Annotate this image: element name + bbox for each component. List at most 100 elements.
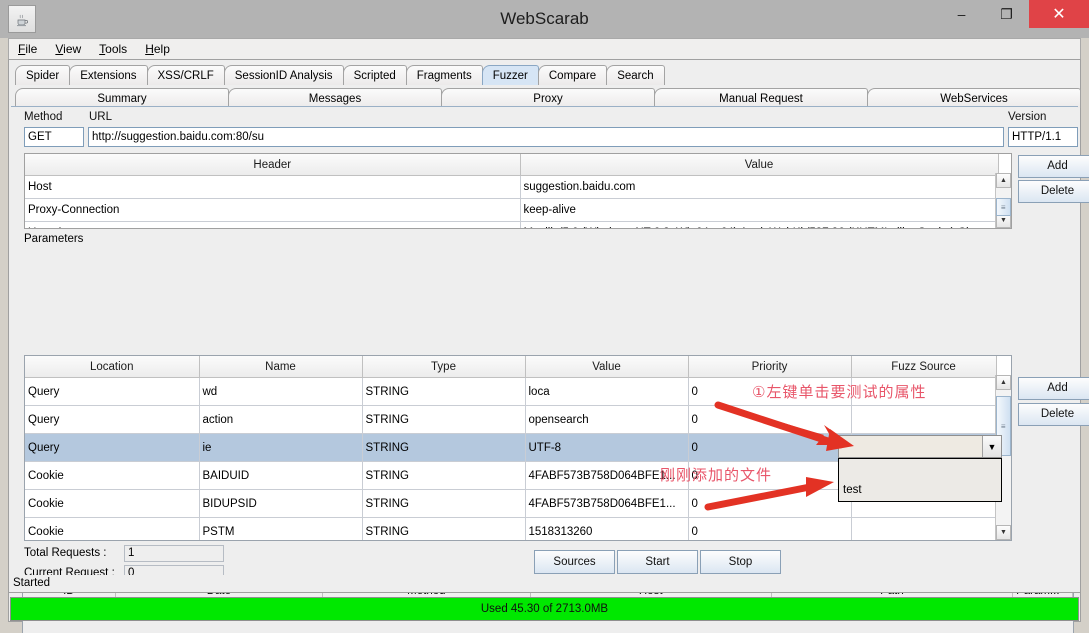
tab-manual-request[interactable]: Manual Request (654, 88, 868, 108)
main-panel: Spider Extensions XSS/CRLF SessionID Ana… (8, 59, 1089, 633)
param-col-name[interactable]: Name (199, 356, 363, 378)
param-type-cell[interactable]: STRING (362, 377, 526, 406)
window-title: WebScarab (500, 9, 589, 28)
tab-fuzzer[interactable]: Fuzzer (481, 65, 539, 85)
maximize-button[interactable]: ❐ (984, 0, 1029, 28)
scroll-down-icon[interactable]: ▼ (996, 525, 1011, 540)
param-location-cell[interactable]: Query (25, 433, 200, 462)
menu-tools[interactable]: Tools (90, 40, 136, 58)
headers-table: Header Value Host suggestion.baidu.com P… (25, 154, 999, 228)
scroll-up-icon[interactable]: ▲ (996, 173, 1011, 188)
tab-sessionid-analysis[interactable]: SessionID Analysis (223, 65, 344, 85)
header-add-button[interactable]: Add (1018, 155, 1089, 178)
menu-help[interactable]: Help (136, 40, 179, 58)
menu-view[interactable]: View (46, 40, 90, 58)
table-row[interactable]: User-Agent Mozilla/5.0 (Windows NT 6.3; … (25, 221, 999, 228)
tab-spider[interactable]: Spider (15, 65, 71, 85)
tab-xss-crlf[interactable]: XSS/CRLF (146, 65, 225, 85)
menu-bar: File View Tools Help (8, 38, 1081, 59)
parameter-delete-button[interactable]: Delete (1018, 403, 1089, 426)
webscarab-window: WebScarab – ❐ ✕ File View Tools Help Spi… (0, 0, 1089, 633)
param-type-cell[interactable]: STRING (362, 433, 526, 462)
param-location-cell[interactable]: Cookie (25, 461, 200, 490)
memory-usage-bar[interactable]: Used 45.30 of 2713.0MB (10, 597, 1079, 621)
param-col-priority[interactable]: Priority (688, 356, 852, 378)
tab-webservices[interactable]: WebServices (867, 88, 1081, 108)
tab-scripted[interactable]: Scripted (342, 65, 407, 85)
annotation-arrow-1 (714, 401, 854, 451)
header-name-cell[interactable]: Proxy-Connection (25, 198, 521, 222)
menu-file-rest: ile (25, 42, 38, 56)
header-col-header[interactable]: Header (25, 154, 521, 176)
fuzz-source-option-test[interactable]: test (839, 480, 1001, 501)
tab-compare[interactable]: Compare (537, 65, 608, 85)
param-location-cell[interactable]: Cookie (25, 489, 200, 518)
param-col-fuzz-source[interactable]: Fuzz Source (851, 356, 997, 378)
param-name-cell[interactable]: PSTM (199, 517, 363, 540)
header-value-cell[interactable]: suggestion.baidu.com (520, 175, 999, 199)
header-value-cell[interactable]: keep-alive (520, 198, 999, 222)
tab-search[interactable]: Search (606, 65, 665, 85)
headers-scroll-track[interactable]: ≡ (996, 188, 1011, 216)
param-value-cell[interactable]: 1518313260 (525, 517, 689, 540)
title-bar: WebScarab – ❐ ✕ (0, 0, 1089, 38)
param-name-cell[interactable]: action (199, 405, 363, 434)
close-button[interactable]: ✕ (1029, 0, 1089, 28)
tab-extensions[interactable]: Extensions (69, 65, 148, 85)
headers-table-header-row: Header Value (25, 154, 999, 176)
header-name-cell[interactable]: Host (25, 175, 521, 199)
url-input[interactable]: http://suggestion.baidu.com:80/su (88, 127, 1004, 147)
headers-vertical-scrollbar[interactable]: ▲ ≡ ▼ (995, 173, 1011, 228)
param-value-cell[interactable]: loca (525, 377, 689, 406)
fuzz-source-option-empty[interactable] (839, 459, 1001, 480)
param-location-cell[interactable]: Cookie (25, 517, 200, 540)
header-delete-button[interactable]: Delete (1018, 180, 1089, 203)
param-location-cell[interactable]: Query (25, 377, 200, 406)
param-type-cell[interactable]: STRING (362, 517, 526, 540)
scroll-up-icon[interactable]: ▲ (996, 375, 1011, 390)
param-name-cell[interactable]: BAIDUID (199, 461, 363, 490)
minimize-button[interactable]: – (939, 0, 984, 28)
method-input[interactable]: GET (24, 127, 84, 147)
header-col-value[interactable]: Value (520, 154, 999, 176)
param-value-cell[interactable]: 4FABF573B758D064BFE1... (525, 489, 689, 518)
param-fuzz-cell[interactable] (851, 405, 997, 434)
version-input[interactable]: HTTP/1.1 (1008, 127, 1078, 147)
chevron-down-icon[interactable]: ▼ (982, 436, 1001, 457)
param-name-cell[interactable]: wd (199, 377, 363, 406)
param-name-cell[interactable]: BIDUPSID (199, 489, 363, 518)
tab-messages[interactable]: Messages (228, 88, 442, 108)
table-row[interactable]: Host suggestion.baidu.com (25, 175, 999, 199)
param-value-cell[interactable]: opensearch (525, 405, 689, 434)
main-tab-row: Summary Messages Proxy Manual Request We… (9, 86, 1081, 108)
tab-fragments[interactable]: Fragments (405, 65, 483, 85)
param-col-value[interactable]: Value (525, 356, 689, 378)
start-button[interactable]: Start (617, 550, 698, 574)
param-type-cell[interactable]: STRING (362, 489, 526, 518)
sources-button[interactable]: Sources (534, 550, 615, 574)
param-fuzz-cell[interactable] (851, 517, 997, 540)
header-value-cell[interactable]: Mozilla/5.0 (Windows NT 6.3; Win64; x64)… (520, 221, 999, 228)
parameter-add-button[interactable]: Add (1018, 377, 1089, 400)
header-name-cell[interactable]: User-Agent (25, 221, 521, 228)
method-label: Method (24, 111, 63, 123)
param-type-cell[interactable]: STRING (362, 405, 526, 434)
total-requests-input[interactable]: 1 (124, 544, 224, 562)
plugin-tab-row: Spider Extensions XSS/CRLF SessionID Ana… (9, 63, 1080, 85)
param-type-cell[interactable]: STRING (362, 461, 526, 490)
table-row[interactable]: Proxy-Connection keep-alive (25, 198, 999, 222)
param-location-cell[interactable]: Query (25, 405, 200, 434)
param-value-cell[interactable]: UTF-8 (525, 433, 689, 462)
headers-scroll-thumb[interactable]: ≡ (996, 198, 1011, 216)
param-priority-cell[interactable]: 0 (688, 517, 852, 540)
tab-summary[interactable]: Summary (15, 88, 229, 108)
annotation-added-file: 刚刚添加的文件 (660, 466, 773, 484)
table-row[interactable]: Cookie PSTM STRING 1518313260 0 (25, 517, 997, 540)
menu-file[interactable]: File (9, 40, 46, 58)
param-name-cell[interactable]: ie (199, 433, 363, 462)
param-col-type[interactable]: Type (362, 356, 526, 378)
fuzz-source-dropdown-list[interactable]: test (838, 458, 1002, 502)
param-col-location[interactable]: Location (25, 356, 200, 378)
stop-button[interactable]: Stop (700, 550, 781, 574)
tab-proxy[interactable]: Proxy (441, 88, 655, 108)
